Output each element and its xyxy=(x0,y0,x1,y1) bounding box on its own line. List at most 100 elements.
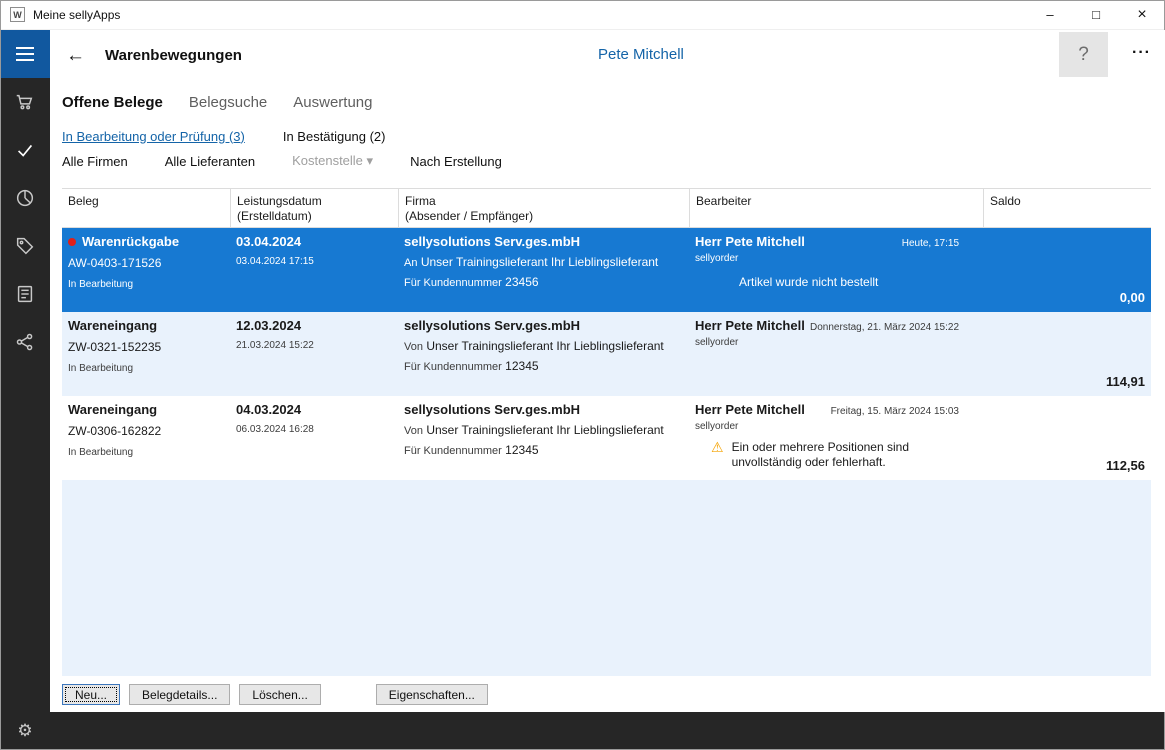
editor-name: Herr Pete Mitchell xyxy=(695,318,805,333)
saldo-value: 114,91 xyxy=(1105,374,1145,389)
company-name: sellysolutions Serv.ges.mbH xyxy=(404,402,581,417)
created-date: 03.04.2024 17:15 xyxy=(236,256,314,267)
warning-message: ⚠ Ein oder mehrere Positionen sind unvol… xyxy=(711,439,909,470)
gear-icon[interactable]: ⚙ xyxy=(0,721,50,741)
timestamp: Donnerstag, 21. März 2024 15:22 xyxy=(810,322,959,333)
doc-number: AW-0403-171526 xyxy=(68,256,162,270)
new-button[interactable]: Neu... xyxy=(62,684,121,705)
back-arrow-icon[interactable]: ← xyxy=(66,46,85,65)
saldo-value: 0,00 xyxy=(1119,290,1145,305)
partner-name: Unser Trainingslieferant Ihr Lieblingsli… xyxy=(420,255,659,269)
check-icon[interactable] xyxy=(0,126,50,174)
customer-number: 12345 xyxy=(505,443,539,457)
column-header-beleg[interactable]: Beleg xyxy=(62,189,230,227)
document-details-button[interactable]: Belegdetails... xyxy=(129,684,231,705)
doc-status: In Bearbeitung xyxy=(68,363,134,374)
table-row[interactable]: Wareneingang ZW-0321-152235 In Bearbeitu… xyxy=(62,312,1151,396)
created-date: 21.03.2024 15:22 xyxy=(236,340,314,351)
main-content: ← Warenbewegungen Pete Mitchell ? ··· Of… xyxy=(50,30,1165,712)
ledger-icon[interactable] xyxy=(0,270,50,318)
editor-app: sellyorder xyxy=(695,337,739,348)
direction-label: An xyxy=(404,257,418,269)
service-date: 04.03.2024 xyxy=(236,402,302,417)
selector-filter-row: Alle Firmen Alle Lieferanten Kostenstell… xyxy=(50,148,1165,174)
title-bar: W Meine sellyApps – □ × xyxy=(0,0,1165,30)
hamburger-menu-icon[interactable] xyxy=(0,30,50,78)
cart-icon[interactable] xyxy=(0,78,50,126)
page-header: ← Warenbewegungen Pete Mitchell ? ··· xyxy=(50,30,1165,80)
empty-list-area xyxy=(62,480,1151,676)
bottom-bar: ⚙ xyxy=(0,712,1165,750)
delete-button[interactable]: Löschen... xyxy=(239,684,321,705)
created-date: 06.03.2024 16:28 xyxy=(236,424,314,435)
tab-auswertung[interactable]: Auswertung xyxy=(293,94,372,111)
editor-app: sellyorder xyxy=(695,253,739,264)
customer-number: 12345 xyxy=(505,359,539,373)
app-window: { "window": { "title": "Meine sellyApps"… xyxy=(0,0,1165,750)
tab-belegsuche[interactable]: Belegsuche xyxy=(189,94,267,111)
more-options-icon[interactable]: ··· xyxy=(1132,44,1151,62)
window-title: Meine sellyApps xyxy=(33,7,121,22)
share-icon[interactable] xyxy=(0,318,50,366)
filter-in-bestaetigung[interactable]: In Bestätigung (2) xyxy=(283,129,386,144)
filter-kostenstelle: Kostenstelle ▾ xyxy=(292,153,374,168)
filter-in-bearbeitung[interactable]: In Bearbeitung oder Prüfung (3) xyxy=(62,129,245,144)
tab-bar: Offene Belege Belegsuche Auswertung xyxy=(50,80,1165,124)
minimize-button[interactable]: – xyxy=(1027,0,1073,29)
doc-status: In Bearbeitung xyxy=(68,279,134,290)
status-filter-row: In Bearbeitung oder Prüfung (3) In Bestä… xyxy=(50,124,1165,148)
tab-offene-belege[interactable]: Offene Belege xyxy=(62,94,163,111)
action-button-row: Neu... Belegdetails... Löschen... Eigens… xyxy=(62,684,1165,705)
filter-nach-erstellung[interactable]: Nach Erstellung xyxy=(410,154,502,169)
user-name: Pete Mitchell xyxy=(598,46,684,63)
customer-number: 23456 xyxy=(505,275,539,289)
filter-alle-firmen[interactable]: Alle Firmen xyxy=(62,154,128,169)
doc-number: ZW-0306-162822 xyxy=(68,424,162,438)
timestamp: Freitag, 15. März 2024 15:03 xyxy=(830,406,959,417)
note-text: Artikel wurde nicht bestellt xyxy=(739,275,879,289)
partner-name: Unser Trainingslieferant Ihr Lieblingsli… xyxy=(426,339,664,353)
column-header-leistungsdatum[interactable]: Leistungsdatum (Erstelldatum) xyxy=(230,189,398,227)
window-controls: – □ × xyxy=(1027,0,1165,29)
pie-chart-icon[interactable] xyxy=(0,174,50,222)
properties-button[interactable]: Eigenschaften... xyxy=(375,684,488,705)
filter-alle-lieferanten[interactable]: Alle Lieferanten xyxy=(165,154,255,169)
column-header-bearbeiter[interactable]: Bearbeiter xyxy=(689,189,983,227)
direction-label: Von xyxy=(404,425,423,437)
saldo-value: 112,56 xyxy=(1105,458,1145,473)
editor-name: Herr Pete Mitchell xyxy=(695,402,805,417)
column-header-saldo[interactable]: Saldo xyxy=(983,189,1151,227)
close-button[interactable]: × xyxy=(1119,0,1165,29)
column-header-firma[interactable]: Firma (Absender / Empfänger) xyxy=(398,189,689,227)
table-header: Beleg Leistungsdatum (Erstelldatum) Firma… xyxy=(62,188,1151,228)
service-date: 12.03.2024 xyxy=(236,318,302,333)
customer-label: Für Kundennummer xyxy=(404,445,502,457)
page-title: Warenbewegungen xyxy=(105,46,242,64)
maximize-button[interactable]: □ xyxy=(1073,0,1119,29)
doc-status: In Bearbeitung xyxy=(68,447,134,458)
doc-type: Warenrückgabe xyxy=(82,234,180,249)
editor-name: Herr Pete Mitchell xyxy=(695,234,805,249)
editor-app: sellyorder xyxy=(695,421,739,432)
doc-type: Wareneingang xyxy=(68,402,158,417)
table-row[interactable]: Wareneingang ZW-0306-162822 In Bearbeitu… xyxy=(62,396,1151,480)
direction-label: Von xyxy=(404,341,423,353)
customer-label: Für Kundennummer xyxy=(404,277,502,289)
company-name: sellysolutions Serv.ges.mbH xyxy=(404,234,581,249)
service-date: 03.04.2024 xyxy=(236,234,302,249)
doc-type: Wareneingang xyxy=(68,318,158,333)
nav-sidebar xyxy=(0,30,50,712)
documents-table: Beleg Leistungsdatum (Erstelldatum) Firma… xyxy=(62,188,1151,676)
timestamp: Heute, 17:15 xyxy=(901,238,959,249)
warning-icon: ⚠ xyxy=(711,439,724,455)
customer-label: Für Kundennummer xyxy=(404,361,502,373)
partner-name: Unser Trainingslieferant Ihr Lieblingsli… xyxy=(426,423,664,437)
tag-icon[interactable] xyxy=(0,222,50,270)
chevron-down-icon: ▾ xyxy=(366,153,374,168)
help-button[interactable]: ? xyxy=(1059,32,1108,77)
table-row[interactable]: Warenrückgabe AW-0403-171526 In Bearbeit… xyxy=(62,228,1151,312)
company-name: sellysolutions Serv.ges.mbH xyxy=(404,318,581,333)
doc-number: ZW-0321-152235 xyxy=(68,340,162,354)
app-icon[interactable]: W xyxy=(10,7,25,22)
status-red-dot-icon xyxy=(68,238,76,246)
